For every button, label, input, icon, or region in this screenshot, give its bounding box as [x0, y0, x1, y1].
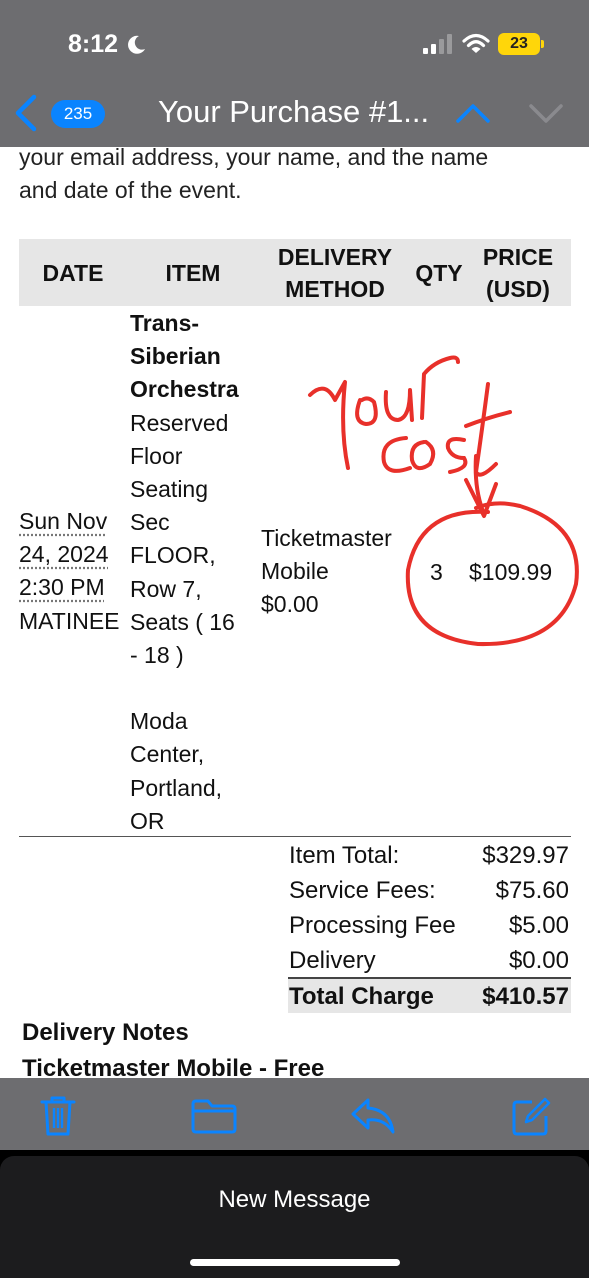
header-price-line: PRICE: [482, 244, 554, 270]
battery-cap: [541, 40, 544, 48]
item-total-label: Item Total:: [289, 842, 400, 869]
cellular-signal-icon: [423, 34, 452, 54]
next-message-chevron-icon[interactable]: [528, 100, 564, 126]
header-delivery-method: DELIVERY METHOD: [260, 241, 410, 305]
bottom-sheet-backdrop: New Message: [0, 1150, 589, 1278]
processing-fee-label: Processing Fee: [289, 912, 456, 939]
venue-line: Portland,: [130, 774, 223, 801]
email-subject-title: Your Purchase #1...: [158, 94, 430, 129]
previous-message-chevron-icon[interactable]: [455, 100, 491, 126]
item-detail-line: Seating: [130, 476, 209, 503]
new-message-label[interactable]: New Message: [0, 1186, 589, 1214]
event-date[interactable]: Sun Nov 24, 2024 2:30 PM MATINEE: [19, 505, 120, 638]
header-date: DATE: [42, 260, 104, 286]
service-fees-label: Service Fees:: [289, 877, 436, 904]
intro-text-line: your email address, your name, and the n…: [19, 144, 489, 170]
item-detail-line: - 18 ): [130, 642, 184, 669]
reply-icon[interactable]: [350, 1096, 396, 1136]
total-charge-label: Total Charge: [289, 983, 434, 1010]
date-line: MATINEE: [19, 607, 120, 634]
delivery-fee-value: $0.00: [508, 947, 569, 974]
item-detail-line: FLOOR,: [130, 542, 216, 569]
total-charge-value: $410.57: [482, 983, 569, 1010]
date-line: 24, 2024: [19, 541, 109, 568]
venue-line: Moda: [130, 708, 188, 735]
new-message-sheet[interactable]: New Message: [0, 1156, 589, 1278]
service-fees-value: $75.60: [495, 877, 569, 904]
item-spacer: [130, 672, 239, 705]
compose-icon[interactable]: [510, 1096, 552, 1138]
date-line: Sun Nov: [19, 508, 108, 534]
delivery-notes-heading: Delivery Notes: [22, 1019, 189, 1046]
item-description: Trans- Siberian Orchestra Reserved Floor…: [130, 307, 239, 838]
header-price: PRICE (USD): [468, 241, 568, 305]
header-item: ITEM: [165, 260, 221, 286]
header-qty: QTY: [415, 260, 463, 286]
delivery-fee-label: Delivery: [289, 947, 376, 974]
venue-line: OR: [130, 807, 165, 834]
item-detail-line: Sec: [130, 509, 170, 536]
handwritten-annotation: [308, 355, 579, 647]
processing-fee-value: $5.00: [508, 912, 569, 939]
table-divider: [19, 836, 571, 837]
header-price-line: (USD): [486, 276, 550, 302]
item-detail-line: Row 7,: [130, 575, 202, 602]
item-title-line: Orchestra: [130, 376, 239, 403]
item-detail-line: Reserved: [130, 409, 229, 436]
item-title-line: Trans-: [130, 310, 200, 336]
navigation-header: 8:12 23 235 Your Purchase #1...: [0, 0, 589, 147]
trash-icon[interactable]: [38, 1094, 78, 1138]
item-title-line: Siberian: [130, 343, 221, 370]
header-delivery-line: DELIVERY: [277, 244, 393, 270]
header-delivery-line: METHOD: [285, 276, 385, 302]
battery-level: 23: [510, 35, 528, 52]
back-chevron-icon[interactable]: [10, 94, 40, 132]
item-detail-line: Seats ( 16: [130, 608, 235, 635]
moon-icon: [128, 35, 145, 54]
item-total-value: $329.97: [482, 842, 569, 869]
venue-line: Center,: [130, 741, 205, 768]
item-detail-line: Floor: [130, 442, 183, 469]
folder-icon[interactable]: [190, 1098, 238, 1134]
home-indicator[interactable]: [190, 1259, 400, 1266]
date-line: 2:30 PM: [19, 574, 105, 601]
wifi-icon: [462, 33, 490, 53]
status-time: 8:12: [68, 30, 119, 58]
mail-toolbar: [0, 1078, 589, 1150]
intro-text-line: and date of the event.: [19, 177, 242, 203]
unread-count-badge[interactable]: 235: [51, 100, 105, 128]
